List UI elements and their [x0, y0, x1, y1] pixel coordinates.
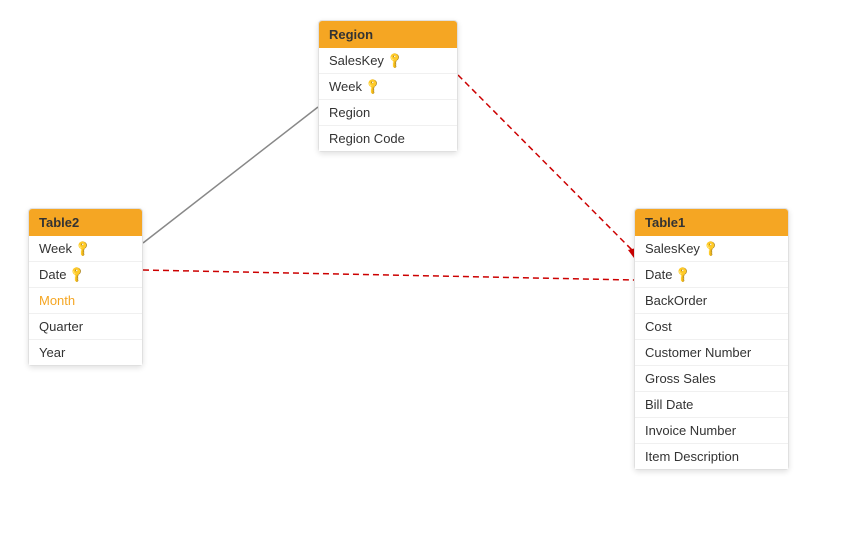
table2-month-label: Month: [39, 293, 75, 308]
table1-grosssales-label: Gross Sales: [645, 371, 716, 386]
table2-week-label: Week: [39, 241, 72, 256]
region-header: Region: [319, 21, 457, 48]
table1-cost-label: Cost: [645, 319, 672, 334]
table2-fields: Week 🔑 Date 🔑 Month Quarter Year: [29, 236, 142, 365]
table2-field-year: Year: [29, 340, 142, 365]
table2-field-week: Week 🔑: [29, 236, 142, 262]
region-week-key-icon: 🔑: [363, 77, 382, 96]
region-week-label: Week: [329, 79, 362, 94]
table1-backorder-label: BackOrder: [645, 293, 707, 308]
table1-field-invoicenumber: Invoice Number: [635, 418, 788, 444]
table1-field-itemdescription: Item Description: [635, 444, 788, 469]
table1-saleskey-key-icon: 🔑: [701, 239, 720, 258]
table2-field-date: Date 🔑: [29, 262, 142, 288]
region-saleskey-label: SalesKey: [329, 53, 384, 68]
table1-field-date: Date 🔑: [635, 262, 788, 288]
region-saleskey-key-icon: 🔑: [385, 51, 404, 70]
table1-field-grosssales: Gross Sales: [635, 366, 788, 392]
table1-saleskey-label: SalesKey: [645, 241, 700, 256]
table1-field-billdate: Bill Date: [635, 392, 788, 418]
table2-year-label: Year: [39, 345, 65, 360]
table1-header: Table1: [635, 209, 788, 236]
table1-field-cost: Cost: [635, 314, 788, 340]
table2-week-key-icon: 🔑: [73, 239, 92, 258]
table2-field-quarter: Quarter: [29, 314, 142, 340]
table2-field-month: Month: [29, 288, 142, 314]
region-field-regioncode: Region Code: [319, 126, 457, 151]
table1-field-customernumber: Customer Number: [635, 340, 788, 366]
region-regioncode-label: Region Code: [329, 131, 405, 146]
table1-date-key-icon: 🔑: [674, 265, 693, 284]
table1-itemdescription-label: Item Description: [645, 449, 739, 464]
table2-header: Table2: [29, 209, 142, 236]
table2-date-label: Date: [39, 267, 66, 282]
region-field-saleskey: SalesKey 🔑: [319, 48, 457, 74]
table2-date-key-icon: 🔑: [68, 265, 87, 284]
table2-quarter-label: Quarter: [39, 319, 83, 334]
table1-field-backorder: BackOrder: [635, 288, 788, 314]
region-region-label: Region: [329, 105, 370, 120]
table1-billdate-label: Bill Date: [645, 397, 693, 412]
table1-card: Table1 SalesKey 🔑 Date 🔑 BackOrder Cost …: [634, 208, 789, 470]
table1-date-label: Date: [645, 267, 672, 282]
region-card: Region SalesKey 🔑 Week 🔑 Region Region C…: [318, 20, 458, 152]
table1-customernumber-label: Customer Number: [645, 345, 751, 360]
region-field-week: Week 🔑: [319, 74, 457, 100]
region-fields: SalesKey 🔑 Week 🔑 Region Region Code: [319, 48, 457, 151]
region-field-region: Region: [319, 100, 457, 126]
table1-field-saleskey: SalesKey 🔑: [635, 236, 788, 262]
table2-card: Table2 Week 🔑 Date 🔑 Month Quarter Year: [28, 208, 143, 366]
table1-invoicenumber-label: Invoice Number: [645, 423, 736, 438]
diagram-canvas: Table2 Week 🔑 Date 🔑 Month Quarter Year …: [0, 0, 858, 535]
table1-fields: SalesKey 🔑 Date 🔑 BackOrder Cost Custome…: [635, 236, 788, 469]
